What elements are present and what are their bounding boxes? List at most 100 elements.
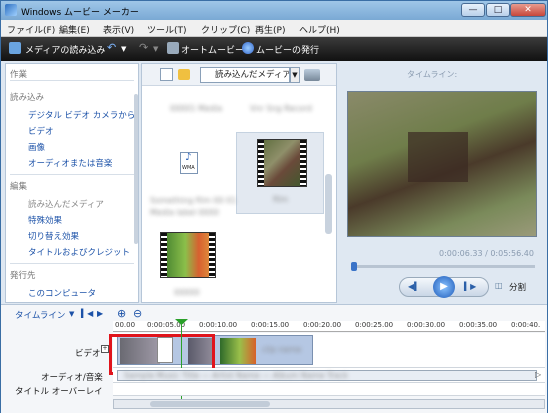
media-item-label: Something film 00 01: [150, 196, 237, 205]
task-this-computer[interactable]: このコンピュータ: [28, 287, 96, 299]
video-thumbnail[interactable]: [160, 232, 216, 278]
seek-handle[interactable]: [351, 262, 357, 271]
task-transitions[interactable]: 切り替え効果: [28, 230, 79, 242]
menu-edit[interactable]: 編集(E): [59, 23, 90, 36]
import-media-button[interactable]: メディアの読み込み: [25, 43, 105, 56]
chevron-down-icon[interactable]: ▼: [290, 67, 300, 83]
menu-help[interactable]: ヘルプ(H): [299, 23, 340, 36]
ruler-tick: 0:00:40.: [511, 321, 541, 329]
audio-track: Sample Music Title — Artist Name — Album…: [113, 368, 545, 383]
ruler-tick: 0:00:20.00: [303, 321, 342, 329]
wma-file-icon: ♪ WMA: [180, 152, 198, 174]
automovie-icon: [167, 42, 179, 54]
tasks-pane: 作業 読み込み デジタル ビデオ カメラから ビデオ 画像 オーディオまたは音楽…: [5, 63, 139, 303]
publish-icon: [242, 42, 254, 54]
transport-controls: ◀▍ ▶ ▍▶: [399, 276, 489, 298]
automovie-button[interactable]: オートムービー: [181, 43, 244, 56]
timeline-ruler[interactable]: 00.00 0:00:05.00 0:00:10.00 0:00:15.00 0…: [113, 321, 545, 332]
chevron-right-icon[interactable]: ▷: [535, 370, 541, 379]
movie-maker-window: Windows ムービー メーカー — □ ✕ ファイル(F) 編集(E) 表示…: [0, 0, 548, 413]
play-timeline-icon[interactable]: ▶: [97, 309, 103, 318]
title-bar[interactable]: Windows ムービー メーカー — □ ✕: [1, 1, 547, 20]
maximize-button[interactable]: □: [486, 3, 510, 17]
previous-frame-icon[interactable]: ◀▍: [408, 282, 420, 291]
rewind-timeline-icon[interactable]: ▍◀: [81, 309, 93, 318]
audio-clip-label: Sample Music Title — Artist Name — Album…: [124, 371, 348, 380]
zoom-out-icon[interactable]: ⊖: [133, 307, 142, 320]
title-overlay-track: [113, 383, 545, 396]
menu-tools[interactable]: ツール(T): [147, 23, 187, 36]
menu-file[interactable]: ファイル(F): [7, 23, 55, 36]
collection-dropdown[interactable]: 読み込んだメディア: [200, 67, 290, 83]
task-titles-credits[interactable]: タイトルおよびクレジット: [28, 246, 130, 258]
publish-movie-button[interactable]: ムービーの発行: [256, 43, 319, 56]
scrollbar-thumb[interactable]: [150, 401, 270, 407]
menu-clip[interactable]: クリップ(C): [201, 23, 250, 36]
audio-clip[interactable]: Sample Music Title — Artist Name — Album…: [117, 370, 537, 381]
media-item-label: Media label 0000: [150, 208, 219, 217]
divider: [10, 80, 134, 81]
show-tasks-icon[interactable]: [160, 68, 173, 81]
media-item-label: 00001 Media: [170, 104, 223, 113]
publish-header: 発行先: [10, 271, 36, 281]
divider: [10, 263, 134, 264]
video-track-label: ビデオ: [75, 349, 101, 359]
title-overlay-label: タイトル オーバーレイ: [15, 387, 103, 397]
timeline-view-button[interactable]: タイムライン: [15, 309, 65, 321]
media-item-label: film: [273, 195, 289, 204]
collection-dropdown-value: 読み込んだメディア: [215, 70, 290, 80]
video-thumbnail: [257, 139, 307, 187]
view-options-icon[interactable]: [304, 69, 320, 81]
next-frame-icon[interactable]: ▍▶: [464, 282, 476, 291]
task-import-pictures[interactable]: 画像: [28, 141, 45, 153]
ruler-tick: 00.00: [115, 321, 136, 329]
redo-dropdown-icon[interactable]: ▼: [153, 45, 158, 53]
media-item-label: Vnr Sng Record: [250, 104, 312, 113]
play-button[interactable]: ▶: [433, 276, 455, 298]
selected-media-item[interactable]: film: [236, 132, 324, 214]
collections-folder-icon[interactable]: [178, 69, 190, 80]
divider: [10, 174, 134, 175]
zoom-in-icon[interactable]: ⊕: [117, 307, 126, 320]
preview-frame-detail: [408, 132, 468, 182]
ruler-tick: 0:00:25.00: [355, 321, 394, 329]
task-from-dv-camera[interactable]: デジタル ビデオ カメラから: [28, 109, 135, 121]
timeline-scrollbar[interactable]: [113, 399, 545, 409]
undo-icon[interactable]: ↶: [107, 41, 116, 54]
menu-play[interactable]: 再生(P): [255, 23, 285, 36]
app-icon: [5, 4, 17, 16]
clip-label: clip name: [262, 345, 302, 354]
window-title: Windows ムービー メーカー: [21, 8, 139, 18]
expand-track-icon[interactable]: +: [101, 345, 109, 353]
import-header: 読み込み: [10, 93, 45, 103]
menu-view[interactable]: 表示(V): [103, 23, 134, 36]
task-import-audio[interactable]: オーディオまたは音楽: [28, 157, 112, 169]
timeline-dropdown-icon[interactable]: ▼: [69, 310, 74, 318]
split-icon[interactable]: ◫: [495, 281, 503, 290]
close-button[interactable]: ✕: [510, 3, 546, 17]
ruler-tick: 0:00:35.00: [459, 321, 498, 329]
seek-bar[interactable]: [351, 262, 535, 271]
media-item-label: 00000: [174, 288, 200, 297]
audio-track-label: オーディオ/音楽: [41, 373, 103, 383]
clip-thumbnail: [220, 338, 256, 364]
collection-pane: 読み込んだメディア ▼ 00001 Media Vnr Sng Record f…: [141, 63, 337, 303]
ruler-tick: 0:00:10.00: [199, 321, 238, 329]
task-import-video[interactable]: ビデオ: [28, 125, 54, 137]
collection-scrollbar[interactable]: [325, 174, 332, 234]
tasks-scrollbar[interactable]: [134, 94, 138, 244]
preview-pane: タイムライン: 0:00:06.33 / 0:05:56.40 ◀▍ ▶ ▍▶ …: [339, 63, 545, 303]
import-media-icon: [9, 42, 21, 54]
preview-header: タイムライン:: [407, 70, 458, 79]
task-effects[interactable]: 特殊効果: [28, 214, 62, 226]
redo-icon[interactable]: ↷: [139, 41, 148, 54]
minimize-button[interactable]: —: [461, 3, 485, 17]
task-imported-media[interactable]: 読み込んだメディア: [28, 198, 104, 210]
playback-time: 0:00:06.33 / 0:05:56.40: [439, 249, 534, 258]
undo-dropdown-icon[interactable]: ▼: [121, 45, 126, 53]
split-button[interactable]: 分割: [509, 281, 526, 293]
menu-bar: ファイル(F) 編集(E) 表示(V) ツール(T) クリップ(C) 再生(P)…: [1, 20, 547, 37]
ruler-tick: 0:00:15.00: [251, 321, 290, 329]
preview-monitor: [347, 91, 537, 237]
ruler-tick: 0:00:30.00: [407, 321, 446, 329]
